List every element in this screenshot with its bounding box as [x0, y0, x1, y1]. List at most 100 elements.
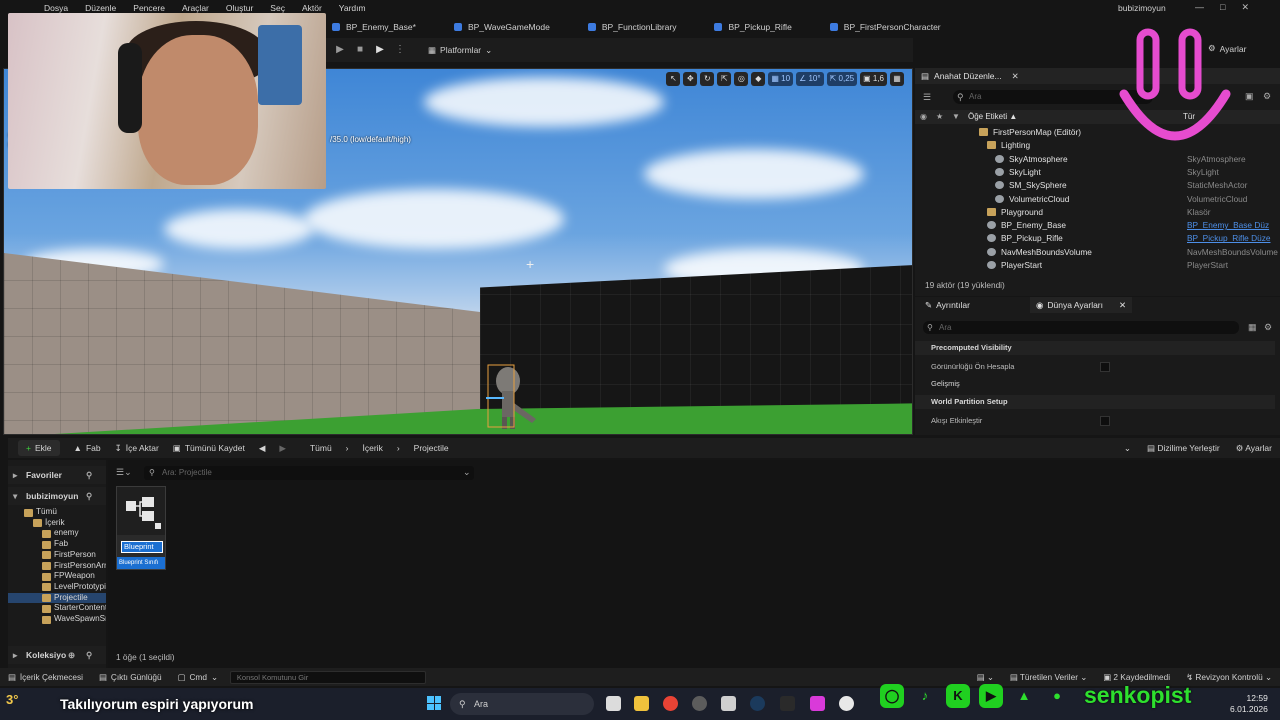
- revision-control-button[interactable]: ↯ Revizyon Kontrolü ⌄: [1186, 672, 1272, 682]
- menu-item[interactable]: Araçlar: [182, 3, 209, 13]
- output-log-button[interactable]: ▤ Çıktı Günlüğü: [99, 672, 162, 682]
- folder-tree-item[interactable]: Projectile: [8, 592, 106, 604]
- minimize-icon[interactable]: —: [1195, 2, 1204, 13]
- close-icon[interactable]: ✕: [1119, 300, 1126, 311]
- breadcrumb-item[interactable]: İçerik: [363, 443, 383, 453]
- stop-icon[interactable]: ■: [354, 44, 366, 56]
- world-space-icon[interactable]: ◎: [734, 72, 749, 86]
- filter-icon[interactable]: ☰⌄: [116, 467, 132, 478]
- table-view-icon[interactable]: ▦: [1248, 322, 1257, 333]
- folder-tree-item[interactable]: Tümü: [8, 507, 106, 518]
- cmd-dropdown[interactable]: ▢ Cmd ⌄: [178, 672, 218, 682]
- windows-start-icon[interactable]: [427, 696, 441, 710]
- chrome-icon[interactable]: [663, 696, 678, 711]
- angle-snap-button[interactable]: ∠ 10°: [796, 72, 824, 86]
- folder-tree-item[interactable]: FPWeapon: [8, 571, 106, 582]
- asset-tile[interactable]: Blueprint Blueprint Sınıfı: [116, 486, 166, 570]
- details-section-header[interactable]: Gelişmiş: [915, 377, 1275, 391]
- fab-button[interactable]: ▲ Fab: [74, 443, 101, 453]
- select-mode-icon[interactable]: ↖: [666, 72, 681, 86]
- epic-games-icon[interactable]: [780, 696, 795, 711]
- outliner-row[interactable]: Playground Klasör: [915, 206, 1275, 219]
- search-icon[interactable]: ⚲: [86, 466, 92, 484]
- property-checkbox[interactable]: [1100, 362, 1110, 372]
- pin-icon[interactable]: ▼: [952, 110, 960, 124]
- collections-header[interactable]: Koleksiyo ▸ ⊕ ⚲: [8, 646, 106, 664]
- maximize-icon[interactable]: □: [1220, 2, 1225, 13]
- menu-item[interactable]: Yardım: [339, 3, 366, 13]
- folder-tree-item[interactable]: LevelPrototypi: [8, 582, 106, 593]
- scale-snap-button[interactable]: ⇱ 0,25: [826, 72, 858, 86]
- filter-icon[interactable]: ☰: [923, 92, 931, 103]
- folder-tree-item[interactable]: enemy: [8, 528, 106, 539]
- breadcrumb-item[interactable]: Tümü: [310, 443, 332, 453]
- menu-item[interactable]: Düzenle: [85, 3, 116, 13]
- weather-widget[interactable]: 3°: [6, 692, 18, 707]
- asset-name-input[interactable]: Blueprint: [121, 541, 163, 553]
- more-options-icon[interactable]: ⋮: [394, 44, 406, 56]
- gear-icon[interactable]: ⚙: [1263, 91, 1271, 102]
- chevron-down-icon[interactable]: ⌄: [463, 467, 471, 478]
- add-collection-icon[interactable]: ⊕: [68, 646, 75, 664]
- add-button[interactable]: + Ekle: [18, 440, 60, 456]
- derived-data-button[interactable]: ▤ Türetilen Veriler ⌄: [1010, 672, 1087, 682]
- content-settings-button[interactable]: ⚙ Ayarlar: [1236, 443, 1272, 454]
- unsaved-button[interactable]: ▣ 2 Kaydedilmedi: [1103, 672, 1170, 682]
- folder-tree-item[interactable]: WaveSpawnSr: [8, 614, 106, 625]
- world-settings-tab[interactable]: ◉ Dünya Ayarları ✕: [1029, 297, 1133, 313]
- character-mesh[interactable]: [486, 361, 540, 431]
- grid-snap-button[interactable]: ▦ 10: [768, 72, 794, 86]
- chevron-down-icon[interactable]: ⌄: [1124, 443, 1131, 454]
- column-item-label[interactable]: Öğe Etiketi ▲: [968, 110, 1017, 124]
- camera-speed-button[interactable]: ▣ 1,6: [860, 72, 887, 86]
- outliner-row-type[interactable]: BP_Pickup_Rifle Düze: [1187, 232, 1270, 245]
- system-clock[interactable]: 12:59 6.01.2026: [1230, 693, 1268, 715]
- menu-item[interactable]: Aktör: [302, 3, 322, 13]
- store-icon[interactable]: [721, 696, 736, 711]
- outliner-row[interactable]: VolumetricCloud VolumetricCloud: [915, 193, 1275, 206]
- import-button[interactable]: ↧ İçe Aktar: [115, 443, 159, 454]
- history-back-icon[interactable]: ◀: [259, 443, 266, 454]
- outliner-row[interactable]: NavMeshBoundsVolume NavMeshBoundsVolume: [915, 246, 1278, 259]
- document-tab[interactable]: BP_FunctionLibrary: [576, 16, 689, 38]
- details-search-input[interactable]: Ara: [923, 321, 1239, 334]
- history-forward-icon[interactable]: ▶: [279, 443, 286, 454]
- add-folder-icon[interactable]: ▣: [1245, 91, 1254, 102]
- menu-item[interactable]: Seç: [270, 3, 285, 13]
- skip-icon[interactable]: ▶: [334, 44, 346, 56]
- document-tab[interactable]: BP_WaveGameMode: [442, 16, 562, 38]
- platforms-dropdown[interactable]: ▦ Platformlar ⌄: [428, 45, 492, 56]
- surface-snap-icon[interactable]: ◆: [751, 72, 766, 86]
- outliner-row[interactable]: PlayerStart PlayerStart: [915, 259, 1275, 272]
- layout-icon[interactable]: ▦: [890, 72, 904, 86]
- play-icon[interactable]: ▶: [374, 44, 386, 56]
- visibility-icon[interactable]: ◉: [920, 110, 927, 124]
- outliner-row[interactable]: SM_SkySphere StaticMeshActor: [915, 179, 1275, 192]
- outliner-row[interactable]: BP_Pickup_Rifle BP_Pickup_Rifle Düze: [915, 232, 1275, 245]
- app-icon[interactable]: [692, 696, 707, 711]
- project-header[interactable]: bubizimoyun ▾ ⚲: [8, 487, 106, 505]
- menu-item[interactable]: Oluştur: [226, 3, 253, 13]
- close-icon[interactable]: ✕: [1241, 2, 1249, 13]
- details-section-header[interactable]: Precomputed Visibility: [915, 341, 1275, 355]
- translate-icon[interactable]: ✥: [683, 72, 698, 86]
- folder-tree-item[interactable]: FirstPersonArr: [8, 561, 106, 572]
- folder-tree-item[interactable]: FirstPerson: [8, 550, 106, 561]
- search-icon[interactable]: ⚲: [86, 646, 92, 664]
- details-section-header[interactable]: World Partition Setup: [915, 395, 1275, 409]
- trace-button[interactable]: ▤ ⌄: [977, 672, 994, 682]
- document-tab[interactable]: BP_Pickup_Rifle: [702, 16, 803, 38]
- scale-icon[interactable]: ⇱: [717, 72, 732, 86]
- outliner-row[interactable]: BP_Enemy_Base BP_Enemy_Base Düz: [915, 219, 1275, 232]
- folder-tree-item[interactable]: Fab: [8, 539, 106, 550]
- save-all-button[interactable]: ▣ Tümünü Kaydet: [173, 443, 245, 454]
- menu-item[interactable]: Dosya: [44, 3, 68, 13]
- search-icon[interactable]: ⚲: [86, 487, 92, 505]
- folder-tree-item[interactable]: StarterContent: [8, 603, 106, 614]
- task-view-icon[interactable]: [606, 696, 621, 711]
- rotate-icon[interactable]: ↻: [700, 72, 715, 86]
- menu-item[interactable]: Pencere: [133, 3, 165, 13]
- close-icon[interactable]: ✕: [1012, 71, 1019, 82]
- folder-tree-item[interactable]: İçerik: [8, 518, 106, 529]
- unreal-engine-icon[interactable]: [839, 696, 854, 711]
